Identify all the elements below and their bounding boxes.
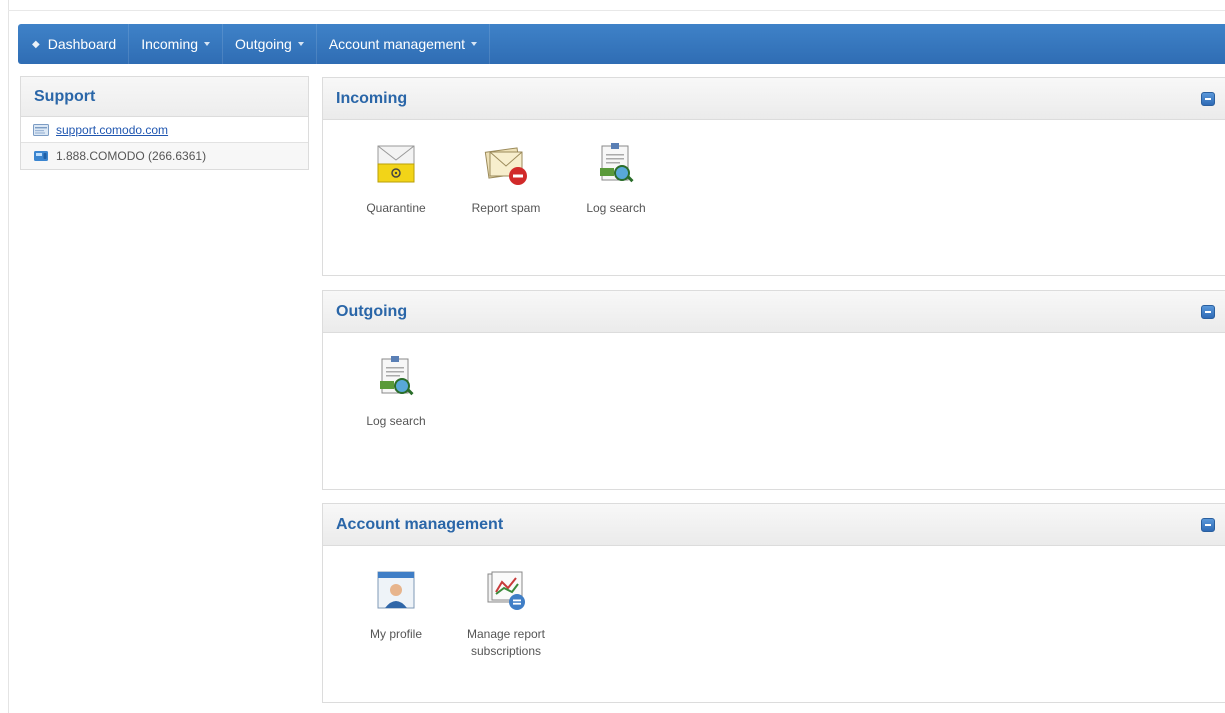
nav-incoming[interactable]: Incoming <box>129 24 224 64</box>
outgoing-panel-title: Outgoing <box>336 302 408 320</box>
tile-label: Log search <box>586 201 646 215</box>
support-phone: 1.888.COMODO (266.6361) <box>56 149 207 163</box>
nav-incoming-label: Incoming <box>141 36 199 52</box>
incoming-panel: Incoming Quarantine Report spam Log sear… <box>322 77 1225 276</box>
home-icon: ◆ <box>32 38 40 50</box>
log-search-icon <box>380 356 414 396</box>
frame-border <box>8 10 1225 11</box>
tile-label: My profile <box>369 627 422 641</box>
support-phone-row: 1.888.COMODO (266.6361) <box>21 143 308 169</box>
support-box: Support support.comodo.com 1.888.COMODO … <box>20 76 309 170</box>
web-icon <box>33 123 49 136</box>
outgoing-panel: Outgoing Log search <box>322 290 1225 490</box>
my-profile-tile[interactable]: My profile <box>343 566 449 660</box>
chevron-down-icon <box>297 42 304 46</box>
nav-account-management[interactable]: Account management <box>317 24 491 64</box>
account-panel-header: Account management <box>323 504 1225 546</box>
collapse-icon[interactable] <box>1201 91 1215 106</box>
collapse-icon[interactable] <box>1201 517 1215 532</box>
nav-dashboard-label: Dashboard <box>47 36 117 52</box>
nav-outgoing[interactable]: Outgoing <box>223 24 317 64</box>
phone-icon <box>34 151 48 161</box>
tile-label: Log search <box>366 414 426 428</box>
collapse-icon[interactable] <box>1201 304 1215 319</box>
chevron-down-icon <box>204 42 211 46</box>
top-nav: ◆ Dashboard Incoming Outgoing Account ma… <box>18 24 1225 64</box>
chevron-down-icon <box>471 42 478 46</box>
log-search-tile[interactable]: Log search <box>343 353 449 430</box>
incoming-panel-title: Incoming <box>336 89 408 107</box>
subscriptions-icon <box>487 571 525 610</box>
log-search-tile[interactable]: Log search <box>563 140 669 217</box>
tile-label: Manage report subscriptions <box>466 627 546 658</box>
incoming-panel-header: Incoming <box>323 78 1225 120</box>
support-link[interactable]: support.comodo.com <box>56 123 168 137</box>
nav-dashboard[interactable]: ◆ Dashboard <box>18 24 130 64</box>
manage-subscriptions-tile[interactable]: Manage report subscriptions <box>453 566 559 660</box>
profile-icon <box>377 571 415 609</box>
outgoing-panel-header: Outgoing <box>323 291 1225 333</box>
tile-label: Quarantine <box>366 201 426 215</box>
report-spam-icon <box>484 147 527 185</box>
tile-label: Report spam <box>471 201 541 215</box>
quarantine-tile[interactable]: Quarantine <box>343 140 449 217</box>
support-link-row: support.comodo.com <box>21 117 308 143</box>
support-title: Support <box>21 77 308 117</box>
log-search-icon <box>600 143 634 183</box>
account-panel-title: Account management <box>336 515 504 533</box>
quarantine-icon <box>377 145 415 183</box>
nav-outgoing-label: Outgoing <box>235 36 292 52</box>
report-spam-tile[interactable]: Report spam <box>453 140 559 217</box>
account-panel: Account management My profile Manage rep… <box>322 503 1225 703</box>
frame-border <box>8 0 9 713</box>
nav-account-label: Account management <box>328 36 466 52</box>
